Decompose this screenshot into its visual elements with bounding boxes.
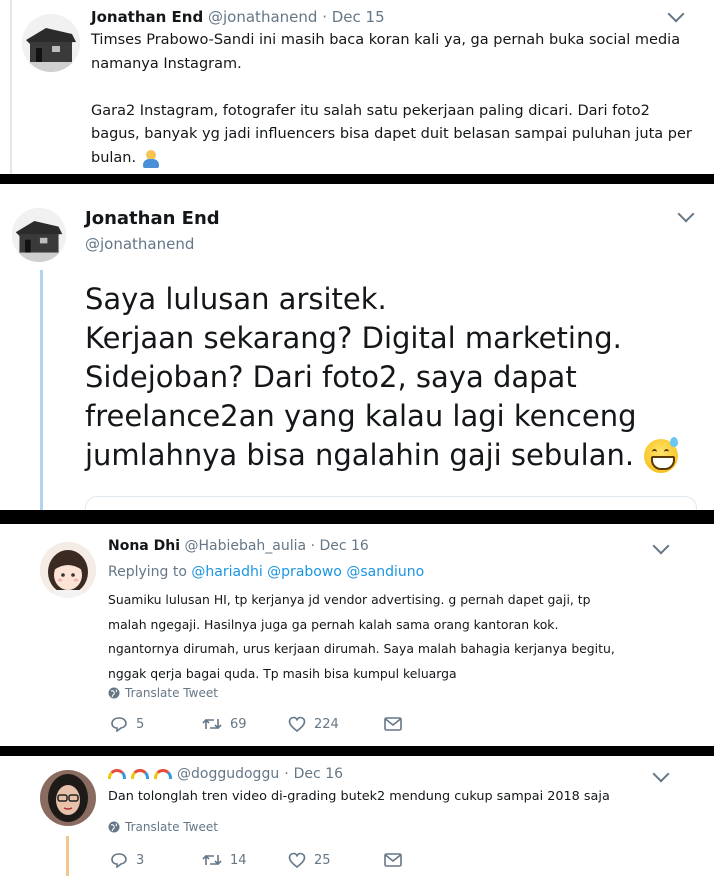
text-line: nggak qerja bagai quda. Tp masih bisa ku… [108,665,457,681]
tweet-text: Suamiku lulusan HI, tp kerjanya jd vendo… [108,588,704,686]
reply-button[interactable]: 3 [110,852,202,868]
action-bar: 3 14 25 [110,852,410,868]
reply-count: 5 [136,716,145,732]
girl-illustration-icon [40,542,96,598]
text-line: freelance2an yang kalau lagi kenceng [85,399,637,433]
reply-icon [111,853,127,868]
woman-photo-icon [40,770,96,826]
globe-icon [108,821,120,833]
heart-icon [288,852,306,868]
tweet-1[interactable]: Jonathan End @jonathanend · Dec 15 Timse… [0,0,714,174]
retweet-count: 69 [230,716,247,732]
separator [0,746,714,756]
house-photo-icon [22,14,80,72]
globe-icon [108,687,120,699]
thread-line [40,270,43,510]
like-button[interactable]: 25 [288,852,384,868]
text-line: bulan. [91,149,137,166]
replying-to: Replying to @hariadhi @prabowo @sandiuno [108,564,424,580]
mention-link[interactable]: @hariadhi [191,564,262,580]
tweet-text: Timses Prabowo-Sandi ini masih baca kora… [91,29,701,171]
display-name[interactable]: Jonathan End [85,208,220,229]
avatar[interactable] [12,208,66,262]
timestamp[interactable]: Dec 15 [332,8,385,26]
dm-button[interactable] [384,853,402,867]
translate-label: Translate Tweet [125,820,218,834]
thread-line [10,0,12,174]
retweet-count: 14 [230,852,247,868]
like-button[interactable]: 224 [288,716,384,732]
chevron-down-icon[interactable] [667,5,685,23]
text-line: ngantornya dirumah, urus kerjaan dirumah… [108,641,615,656]
text-line: Timses Prabowo-Sandi ini masih baca kora… [91,32,681,48]
retweet-icon [202,718,222,730]
separator [0,174,714,184]
chevron-down-icon[interactable] [652,537,670,555]
reply-icon [111,717,127,732]
envelope-icon [384,853,402,867]
shrug-person-emoji [142,149,160,168]
tweet-2-expanded[interactable]: Jonathan End @jonathanend Saya lulusan a… [0,184,714,510]
text-line: jumlahnya bisa ngalahin gaji sebulan. [85,438,635,472]
tweet-3[interactable]: Nona Dhi @Habiebah_aulia · Dec 16 Replyi… [0,524,714,746]
retweet-icon [202,854,222,866]
separator [0,510,714,524]
replying-label: Replying to [108,564,187,580]
handle[interactable]: @Habiebah_aulia [184,538,306,554]
avatar[interactable] [40,770,96,826]
timestamp[interactable]: Dec 16 [319,538,368,554]
dm-button[interactable] [384,717,402,731]
like-count: 25 [314,852,331,868]
handle[interactable]: @jonathanend [85,235,194,253]
grinning-sweat-emoji [644,436,679,473]
display-name[interactable]: Nona Dhi [108,538,180,554]
handle[interactable]: @doggudoggu [177,766,279,782]
text-line: Gara2 Instagram, fotografer itu salah sa… [91,102,650,119]
thread-line [66,836,69,876]
rainbow-emoji [131,769,149,779]
reply-button[interactable]: 5 [110,716,202,732]
avatar[interactable] [22,14,80,72]
text-line: Sidejoban? Dari foto2, saya dapat [85,360,577,394]
dot: · [322,8,327,26]
dot: · [284,766,289,782]
tweet-header: @doggudoggu · Dec 16 [108,766,343,782]
translate-tweet[interactable]: Translate Tweet [108,686,218,700]
translate-label: Translate Tweet [125,686,218,700]
mention-link[interactable]: @sandiuno [346,564,424,580]
handle[interactable]: @jonathanend [208,8,317,26]
text-line [91,76,701,100]
display-name[interactable]: Jonathan End [91,8,203,26]
reply-count: 3 [136,852,145,868]
mention-link[interactable]: @prabowo [267,564,342,580]
tweet-text: Saya lulusan arsitek. Kerjaan sekarang? … [85,280,705,475]
chevron-down-icon[interactable] [677,205,695,223]
dot: · [310,538,316,554]
rainbow-emoji [154,769,172,779]
text-line: Saya lulusan arsitek. [85,282,387,316]
tweet-text: Dan tolonglah tren video di-grading bute… [108,789,610,804]
retweet-button[interactable]: 69 [202,716,288,732]
heart-icon [288,716,306,732]
retweet-button[interactable]: 14 [202,852,288,868]
text-line: Suamiku lulusan HI, tp kerjanya jd vendo… [108,592,591,607]
tweet-header: Nona Dhi @Habiebah_aulia · Dec 16 [108,538,369,554]
chevron-down-icon[interactable] [652,765,670,783]
avatar[interactable] [40,542,96,598]
house-photo-icon [12,208,66,262]
link-card[interactable] [85,496,697,510]
text-line: Kerjaan sekarang? Digital marketing. [85,321,622,355]
like-count: 224 [314,716,339,732]
timestamp[interactable]: Dec 16 [294,766,343,782]
rainbow-emoji [108,769,126,779]
action-bar: 5 69 224 [110,716,410,732]
text-line: malah ngegaji. Hasilnya juga ga pernah k… [108,616,559,632]
text-line: namanya Instagram. [91,55,242,72]
text-line: bagus, banyak yg jadi influencers bisa d… [91,126,692,143]
translate-tweet[interactable]: Translate Tweet [108,820,218,834]
tweet-4[interactable]: @doggudoggu · Dec 16 Dan tolonglah tren … [0,756,714,876]
envelope-icon [384,717,402,731]
tweet-header: Jonathan End @jonathanend · Dec 15 [91,8,385,26]
